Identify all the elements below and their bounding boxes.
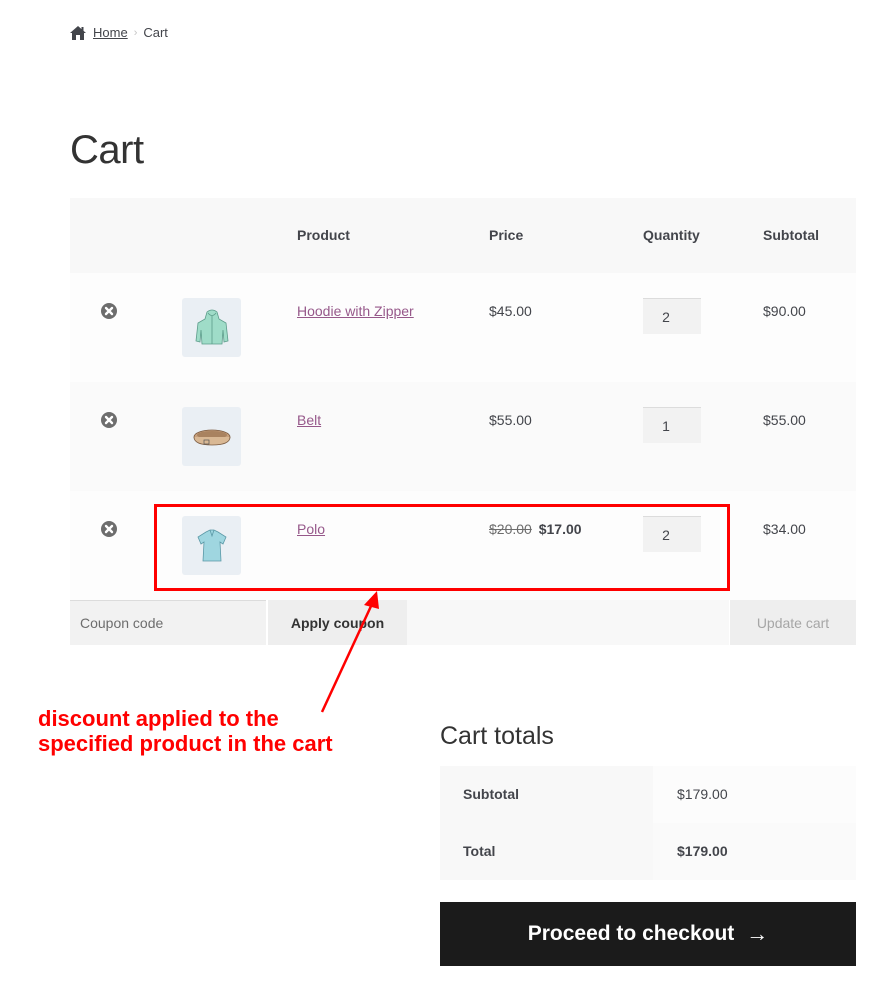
totals-total-value: $179.00 bbox=[653, 823, 856, 880]
actions-spacer bbox=[407, 600, 729, 645]
totals-subtotal-row: Subtotal $179.00 bbox=[440, 766, 856, 823]
product-subtotal: $34.00 bbox=[763, 521, 806, 537]
cart-row: Belt $55.00 $55.00 bbox=[70, 382, 856, 491]
product-link-hoodie[interactable]: Hoodie with Zipper bbox=[297, 303, 414, 319]
coupon-code-input[interactable] bbox=[70, 600, 266, 645]
product-price: $20.00 $17.00 bbox=[489, 521, 582, 537]
cart-row: Hoodie with Zipper $45.00 $90.00 bbox=[70, 273, 856, 382]
header-subtotal: Subtotal bbox=[763, 227, 819, 243]
remove-item-icon[interactable] bbox=[101, 412, 117, 428]
belt-image-icon bbox=[193, 429, 230, 445]
quantity-input[interactable] bbox=[643, 298, 701, 334]
apply-coupon-button[interactable]: Apply coupon bbox=[268, 600, 407, 645]
polo-image-icon bbox=[196, 529, 227, 561]
quantity-input[interactable] bbox=[643, 516, 701, 552]
arrow-right-icon: → bbox=[746, 921, 769, 946]
cart-totals-table: Subtotal $179.00 Total $179.00 bbox=[440, 766, 856, 880]
proceed-to-checkout-button[interactable]: Proceed to checkout → bbox=[440, 902, 856, 966]
quantity-input[interactable] bbox=[643, 407, 701, 443]
cart-row: Polo $20.00 $17.00 $34.00 bbox=[70, 491, 856, 600]
product-link-belt[interactable]: Belt bbox=[297, 412, 321, 428]
regular-price: $20.00 bbox=[489, 521, 532, 537]
hoodie-thumbnail[interactable] bbox=[182, 298, 241, 357]
cart-totals-title: Cart totals bbox=[440, 722, 554, 750]
header-price: Price bbox=[489, 227, 524, 243]
belt-thumbnail[interactable] bbox=[182, 407, 241, 466]
header-product: Product bbox=[297, 227, 350, 243]
breadcrumb-home-link[interactable]: Home bbox=[93, 25, 128, 40]
breadcrumb-separator: › bbox=[133, 26, 138, 39]
breadcrumb-current: Cart bbox=[143, 25, 168, 40]
header-quantity: Quantity bbox=[643, 227, 700, 243]
totals-subtotal-label: Subtotal bbox=[440, 766, 653, 823]
cart-table: Product Price Quantity Subtotal Hoodie w… bbox=[70, 198, 856, 663]
totals-total-label: Total bbox=[440, 823, 653, 880]
checkout-label: Proceed to checkout bbox=[527, 922, 735, 945]
update-cart-button[interactable]: Update cart bbox=[730, 600, 856, 645]
page-title: Cart bbox=[70, 128, 144, 172]
cart-actions: Apply coupon Update cart bbox=[70, 600, 856, 663]
product-link-polo[interactable]: Polo bbox=[297, 521, 325, 537]
product-price: $55.00 bbox=[489, 412, 532, 428]
remove-item-icon[interactable] bbox=[101, 521, 117, 537]
product-subtotal: $90.00 bbox=[763, 303, 806, 319]
totals-total-row: Total $179.00 bbox=[440, 823, 856, 880]
table-header: Product Price Quantity Subtotal bbox=[70, 198, 856, 273]
breadcrumb: Home › Cart bbox=[70, 25, 168, 40]
annotation-text: discount applied to the specified produc… bbox=[38, 706, 333, 756]
hoodie-image-icon bbox=[195, 309, 228, 344]
remove-item-icon[interactable] bbox=[101, 303, 117, 319]
polo-thumbnail[interactable] bbox=[182, 516, 241, 575]
home-icon bbox=[70, 25, 86, 40]
product-subtotal: $55.00 bbox=[763, 412, 806, 428]
sale-price: $17.00 bbox=[538, 521, 582, 537]
totals-subtotal-value: $179.00 bbox=[653, 766, 856, 823]
product-price: $45.00 bbox=[489, 303, 532, 319]
